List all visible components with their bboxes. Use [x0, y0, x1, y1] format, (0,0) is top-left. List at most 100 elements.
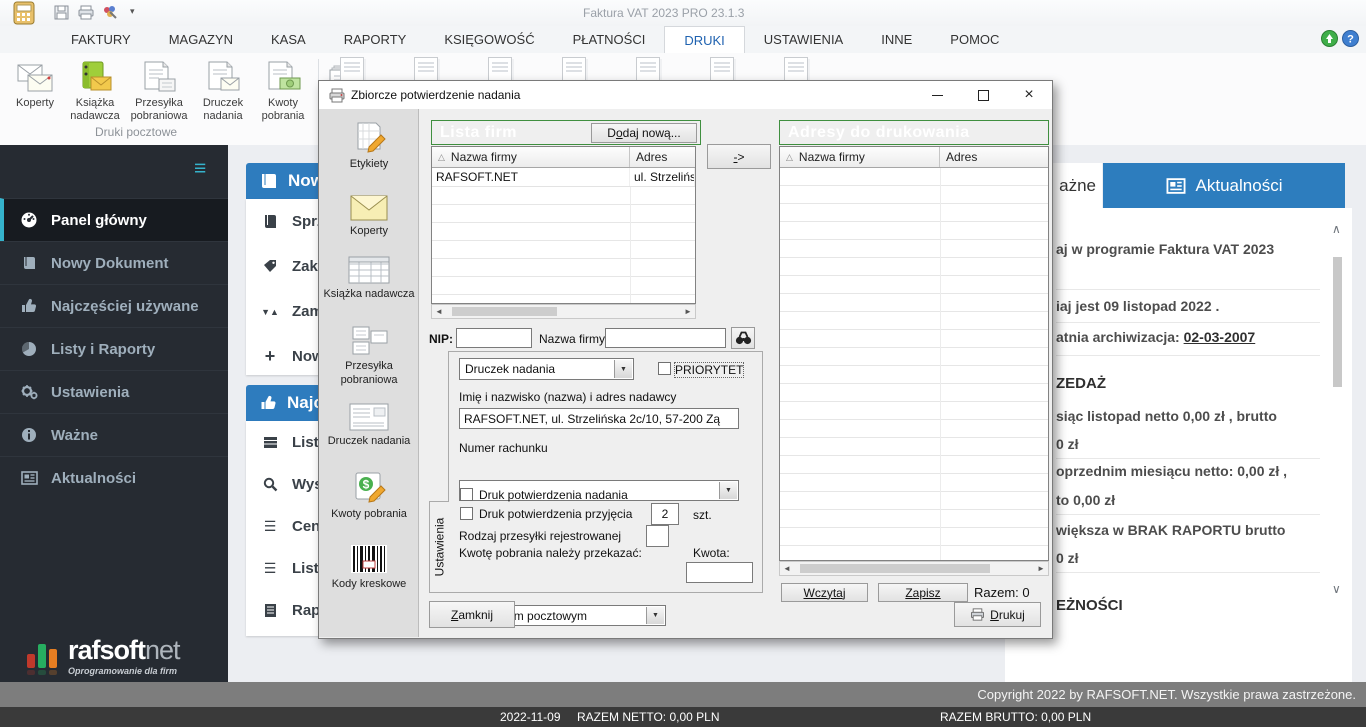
- qty-input[interactable]: [651, 503, 679, 525]
- sender-input[interactable]: [459, 408, 739, 429]
- adresy-hscrollbar[interactable]: ◄ ►: [779, 561, 1049, 576]
- tab-aktualnosci[interactable]: Aktualności: [1103, 163, 1345, 208]
- scroll-left-icon[interactable]: ◄: [432, 305, 446, 318]
- adresy-table[interactable]: △ Nazwa firmy Adres: [779, 146, 1049, 561]
- money-pencil-icon: $: [350, 469, 388, 505]
- scrollbar-thumb[interactable]: [1333, 257, 1342, 387]
- minimize-button[interactable]: [922, 84, 952, 106]
- nip-input[interactable]: [456, 328, 532, 348]
- menu-inne[interactable]: INNE: [862, 26, 931, 53]
- col-header-nazwa-firmy[interactable]: △ Nazwa firmy: [432, 147, 630, 167]
- lista-firm-table[interactable]: △ Nazwa firmy Adres RAFSOFT.NET ul. Strze…: [431, 146, 696, 304]
- dialog-nav-ksiazka-nadawcza[interactable]: Książka nadawcza: [319, 249, 419, 302]
- close-button[interactable]: ×: [1014, 84, 1044, 106]
- druk-nadania-checkbox[interactable]: [460, 488, 473, 501]
- sidebar-item-label: Ustawienia: [51, 383, 130, 401]
- chevron-down-icon[interactable]: ▼: [719, 482, 737, 499]
- dialog-nav-etykiety[interactable]: Etykiety: [319, 119, 419, 172]
- dodaj-nowa-button[interactable]: Do daj nową...: [591, 122, 697, 143]
- scroll-left-icon[interactable]: ◄: [780, 562, 794, 575]
- dialog-nav-kwoty-pobrania[interactable]: $ Kwoty pobrania: [319, 469, 419, 522]
- chevron-down-icon[interactable]: ▼: [646, 607, 664, 624]
- dialog-nav-przesylka-pobraniowa[interactable]: Przesyłka pobraniowa: [319, 321, 419, 388]
- table-row[interactable]: RAFSOFT.NET ul. Strzelińska: [432, 168, 695, 187]
- col-header-nazwa-firmy[interactable]: △ Nazwa firmy: [780, 147, 940, 167]
- menu-ksiegowosc[interactable]: KSIĘGOWOŚĆ: [425, 26, 553, 53]
- menu-raporty[interactable]: RAPORTY: [325, 26, 426, 53]
- zamknij-button[interactable]: Zamknij: [429, 601, 515, 628]
- menu-pomoc[interactable]: POMOC: [931, 26, 1018, 53]
- priorytet-checkbox[interactable]: [658, 362, 671, 375]
- ribbon-ksiazka-nadawcza-button[interactable]: Książka nadawcza: [66, 59, 124, 123]
- druk-przyjecia-checkbox[interactable]: [460, 507, 473, 520]
- tab-aktualnosci-label: Aktualności: [1195, 175, 1283, 195]
- save-icon[interactable]: [54, 5, 69, 25]
- chevron-down-icon[interactable]: ▼: [614, 360, 632, 378]
- menu-platnosci[interactable]: PŁATNOŚCI: [554, 26, 665, 53]
- zapisz-button[interactable]: Zapisz: [878, 583, 968, 602]
- rodzaj-input[interactable]: [646, 525, 669, 547]
- maximize-button[interactable]: [968, 84, 998, 106]
- kwota-transfer-label: Kwotę pobrania należy przekazać:: [459, 546, 642, 560]
- ustawienia-vertical-tab[interactable]: Ustawienia: [429, 501, 449, 593]
- dialog-nav-koperty[interactable]: Koperty: [319, 186, 419, 239]
- col-header-adres[interactable]: Adres: [630, 147, 695, 167]
- menu-faktury[interactable]: FAKTURY: [52, 26, 150, 53]
- drukuj-button[interactable]: Drukuj: [954, 602, 1041, 627]
- wczytaj-button[interactable]: Wczytaj: [781, 583, 868, 602]
- scrollbar-thumb[interactable]: [800, 564, 990, 573]
- status-bar: 2022-11-09 RAZEM NETTO: 0,00 PLN RAZEM B…: [0, 707, 1366, 727]
- nazwa-firmy-input[interactable]: [605, 328, 726, 348]
- priorytet-label[interactable]: PRIORYTET: [673, 362, 745, 378]
- sidebar-item-najczesciej-uzywane[interactable]: Najczęściej używane: [0, 284, 228, 327]
- sort-icon: △: [438, 151, 445, 162]
- dialog-nav-druczek-nadania[interactable]: Druczek nadania: [319, 396, 419, 449]
- archive-date-link[interactable]: 02-03-2007: [1184, 329, 1256, 345]
- book-icon: [262, 174, 276, 188]
- right-panel-scrollbar[interactable]: ∧ ∨: [1330, 222, 1345, 602]
- scroll-right-icon[interactable]: ►: [681, 305, 695, 318]
- update-status-icon[interactable]: [1321, 30, 1338, 52]
- sidebar-item-label: Ważne: [51, 426, 98, 444]
- hamburger-icon[interactable]: ≡: [194, 157, 206, 181]
- lista-firm-hscrollbar[interactable]: ◄ ►: [431, 304, 696, 319]
- lista-firm-title: Lista firm: [440, 123, 518, 141]
- menu-magazyn[interactable]: MAGAZYN: [150, 26, 252, 53]
- move-right-button[interactable]: - >: [707, 144, 771, 169]
- druk-nadania-label[interactable]: Druk potwierdzenia nadania: [479, 488, 628, 502]
- svg-text:$: $: [363, 478, 370, 492]
- sidebar-item-nowy-dokument[interactable]: Nowy Dokument: [0, 241, 228, 284]
- print-icon[interactable]: [78, 5, 94, 25]
- document-stamp-icon: [205, 59, 241, 95]
- search-company-button[interactable]: [731, 327, 755, 349]
- quickbar-dropdown-icon[interactable]: ▾: [130, 6, 135, 17]
- sidebar-item-panel-glowny[interactable]: Panel główny: [0, 198, 228, 241]
- dialog-nav-kody-kreskowe[interactable]: Kody kreskowe: [319, 539, 419, 592]
- sidebar-item-ustawienia[interactable]: Ustawienia: [0, 370, 228, 413]
- sidebar-item-listy-i-raporty[interactable]: Listy i Raporty: [0, 327, 228, 370]
- col-header-adres[interactable]: Adres: [940, 147, 1048, 167]
- menu-druki[interactable]: DRUKI: [664, 26, 745, 54]
- ribbon-kwoty-pobrania-button[interactable]: Kwoty pobrania: [254, 59, 312, 123]
- sidebar-item-label: Panel główny: [51, 211, 147, 229]
- doc-type-select[interactable]: Druczek nadania ▼: [459, 358, 634, 380]
- druk-przyjecia-label[interactable]: Druk potwierdzenia przyjęcia: [479, 507, 632, 521]
- ribbon-koperty-button[interactable]: Koperty: [6, 59, 64, 110]
- scroll-down-icon[interactable]: ∨: [1332, 582, 1341, 596]
- tools-icon[interactable]: [102, 4, 118, 25]
- help-icon[interactable]: ?: [1342, 30, 1359, 52]
- menu-kasa[interactable]: KASA: [252, 26, 325, 53]
- kwota-input[interactable]: [686, 562, 753, 583]
- newspaper-icon: [20, 471, 38, 485]
- ribbon-druczek-nadania-button[interactable]: Druczek nadania: [194, 59, 252, 123]
- ribbon-przesylka-pobraniowa-button[interactable]: Przesyłka pobraniowa: [126, 59, 192, 123]
- sidebar-item-aktualnosci[interactable]: Aktualności: [0, 456, 228, 499]
- scroll-up-icon[interactable]: ∧: [1332, 222, 1341, 236]
- menu-ustawienia[interactable]: USTAWIENIA: [745, 26, 862, 53]
- sidebar-item-wazne[interactable]: Ważne: [0, 413, 228, 456]
- scroll-right-icon[interactable]: ►: [1034, 562, 1048, 575]
- kwota-label: Kwota:: [693, 546, 730, 560]
- divider: [1056, 322, 1320, 323]
- scrollbar-thumb[interactable]: [452, 307, 557, 316]
- dialog-title-bar[interactable]: Zbiorcze potwierdzenie nadania ×: [319, 81, 1052, 109]
